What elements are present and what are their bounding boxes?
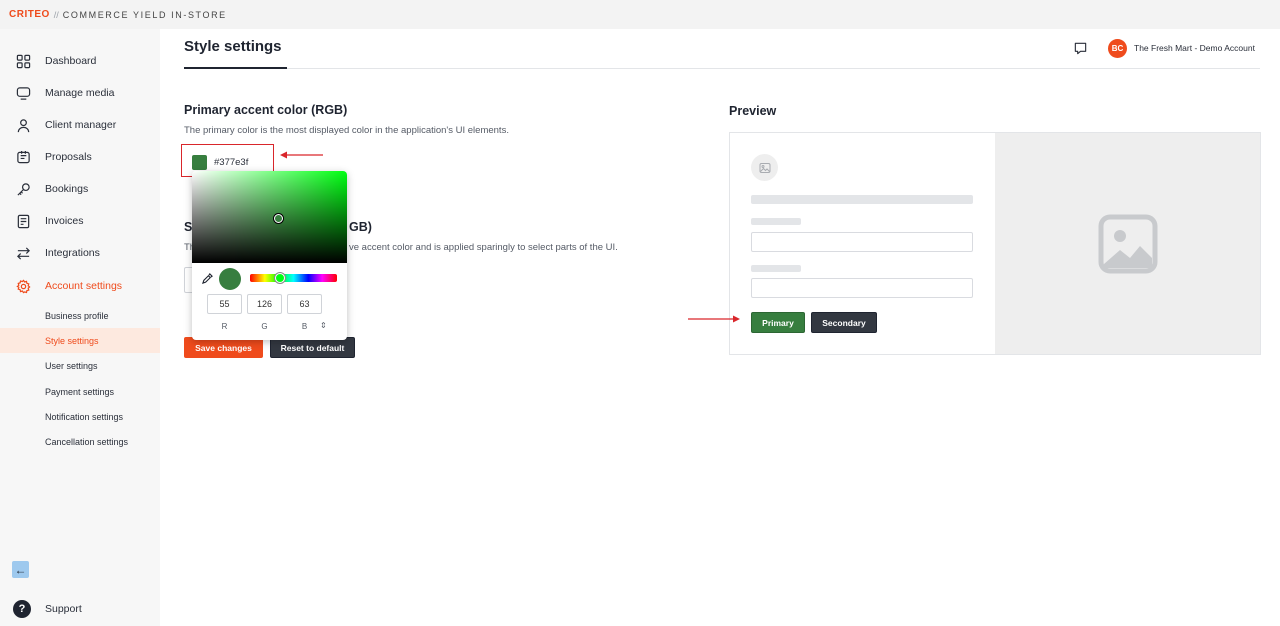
- sidebar-item-bookings[interactable]: Bookings: [0, 175, 160, 203]
- primary-color-description: The primary color is the most displayed …: [184, 125, 509, 136]
- arrows-icon: [15, 245, 31, 261]
- user-icon: [15, 117, 31, 133]
- sidebar-item-label: Bookings: [45, 183, 89, 195]
- support-link[interactable]: ? Support: [0, 598, 82, 620]
- preview-input-placeholder: [751, 278, 973, 298]
- sidebar-item-label: Integrations: [45, 247, 100, 259]
- preview-input-placeholder: [751, 232, 973, 252]
- sidebar-item-label: Client manager: [45, 119, 117, 131]
- account-name[interactable]: The Fresh Mart - Demo Account: [1134, 43, 1255, 53]
- header-divider: [184, 68, 1260, 69]
- image-icon: [759, 162, 770, 173]
- support-label: Support: [45, 603, 82, 615]
- product-name: COMMERCE YIELD IN-STORE: [62, 9, 227, 20]
- sidebar: Dashboard Manage media Client manager Pr…: [0, 29, 160, 626]
- arrow-left-icon: ←: [14, 562, 27, 577]
- reset-to-default-button[interactable]: Reset to default: [270, 337, 355, 358]
- page-title: Style settings: [184, 38, 282, 55]
- invoice-icon: [15, 213, 31, 229]
- primary-color-hex-input[interactable]: #377e3f: [214, 157, 248, 168]
- secondary-color-title-end: GB): [349, 220, 372, 234]
- monitor-icon: [15, 85, 31, 101]
- key-icon: [15, 181, 31, 197]
- red-input[interactable]: 55: [207, 294, 242, 314]
- sidebar-item-label: Dashboard: [45, 55, 97, 67]
- sidebar-item-integrations[interactable]: Integrations: [0, 239, 160, 267]
- annotation-arrow-left-icon: [280, 151, 323, 159]
- top-bar: CRITEO // COMMERCE YIELD IN-STORE: [0, 0, 1280, 29]
- blue-input[interactable]: 63: [287, 294, 322, 314]
- sidebar-item-label: Account settings: [45, 280, 123, 292]
- title-underline: [184, 67, 287, 69]
- collapse-sidebar-button[interactable]: ←: [12, 561, 29, 578]
- saturation-area[interactable]: [192, 171, 347, 263]
- format-toggle-icon[interactable]: ⇕: [320, 321, 327, 330]
- sidebar-subitem-notification-settings[interactable]: Notification settings: [0, 404, 160, 429]
- sidebar-subitem-business-profile[interactable]: Business profile: [0, 303, 160, 328]
- preview-logo-placeholder: [751, 154, 778, 181]
- color-preview-dot: [219, 268, 241, 290]
- green-input[interactable]: 126: [247, 294, 282, 314]
- annotation-arrow-right-icon: [688, 315, 740, 323]
- sidebar-subitem-user-settings[interactable]: User settings: [0, 353, 160, 378]
- red-label: R: [221, 322, 228, 331]
- chat-icon[interactable]: [1073, 41, 1088, 56]
- proposal-icon: [15, 149, 31, 165]
- sidebar-item-account-settings[interactable]: Account settings: [0, 272, 160, 300]
- blue-label: B: [301, 322, 308, 331]
- save-changes-button[interactable]: Save changes: [184, 337, 263, 358]
- avatar[interactable]: BC: [1108, 39, 1127, 58]
- sidebar-item-client-manager[interactable]: Client manager: [0, 111, 160, 139]
- sidebar-item-label: Proposals: [45, 151, 92, 163]
- dashboard-icon: [15, 53, 31, 69]
- sidebar-item-dashboard[interactable]: Dashboard: [0, 47, 160, 75]
- primary-color-swatch[interactable]: [192, 155, 207, 170]
- sidebar-item-label: Invoices: [45, 215, 84, 227]
- primary-color-title: Primary accent color (RGB): [184, 103, 348, 117]
- secondary-color-description-end: ve accent color and is applied sparingly…: [349, 242, 618, 253]
- preview-heading-placeholder: [751, 195, 973, 204]
- preview-label-placeholder: [751, 218, 801, 225]
- sidebar-subitem-style-settings[interactable]: Style settings: [0, 328, 160, 353]
- preview-primary-button[interactable]: Primary: [751, 312, 805, 333]
- sidebar-subitem-cancellation-settings[interactable]: Cancellation settings: [0, 429, 160, 454]
- sidebar-item-manage-media[interactable]: Manage media: [0, 79, 160, 107]
- sidebar-item-proposals[interactable]: Proposals: [0, 143, 160, 171]
- sidebar-item-label: Manage media: [45, 87, 115, 99]
- hue-slider[interactable]: [250, 274, 337, 282]
- sidebar-item-invoices[interactable]: Invoices: [0, 207, 160, 235]
- brand-logo: CRITEO: [9, 9, 50, 20]
- image-placeholder-icon: [1098, 214, 1157, 273]
- preview-image-placeholder: [995, 133, 1260, 354]
- sidebar-subitem-payment-settings[interactable]: Payment settings: [0, 379, 160, 404]
- preview-secondary-button[interactable]: Secondary: [811, 312, 877, 333]
- gear-icon: [15, 278, 31, 294]
- preview-title: Preview: [729, 104, 777, 118]
- color-picker-popover: 55 126 63 R G B ⇕: [192, 171, 347, 340]
- brand-separator: //: [53, 9, 59, 20]
- preview-label-placeholder: [751, 265, 801, 272]
- green-label: G: [261, 322, 268, 331]
- help-icon: ?: [13, 600, 31, 618]
- saturation-handle[interactable]: [274, 214, 283, 223]
- eyedropper-icon[interactable]: [202, 273, 213, 284]
